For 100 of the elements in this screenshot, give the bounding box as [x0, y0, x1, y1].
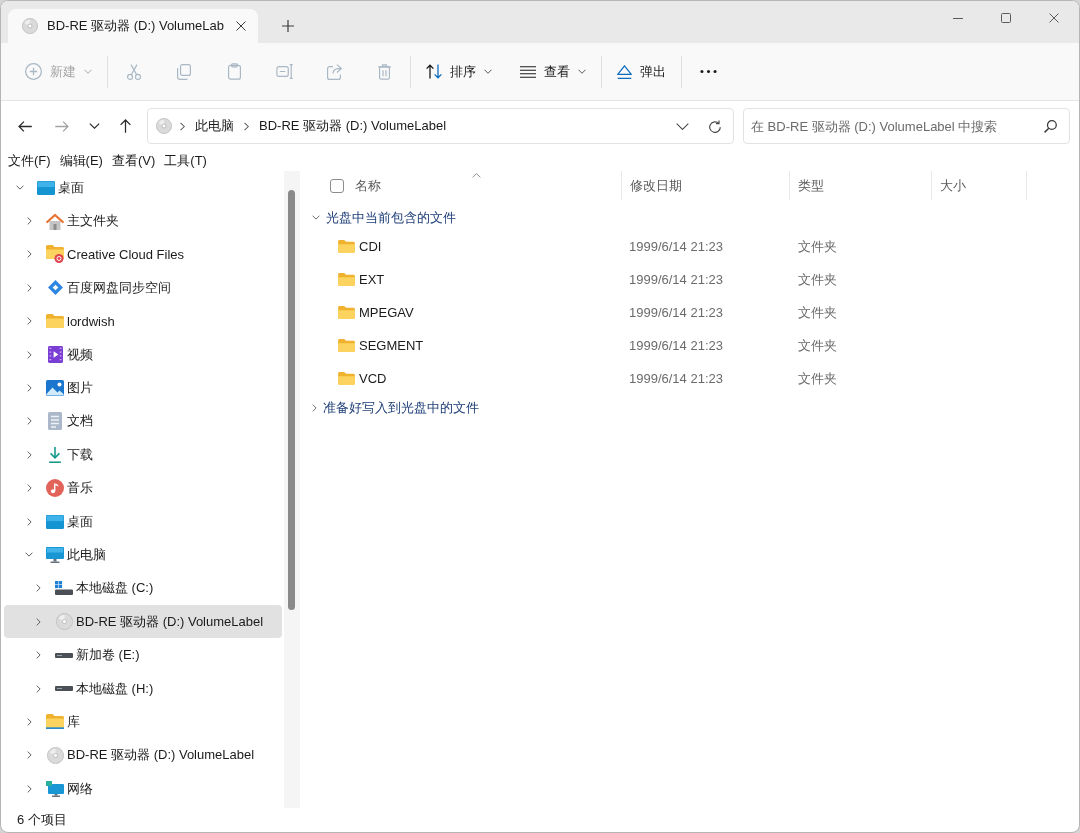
- menu-item[interactable]: 编辑(E): [59, 151, 103, 171]
- folder-icon: [46, 314, 64, 329]
- tree-item[interactable]: 本地磁盘 (C:): [4, 571, 282, 606]
- file-type: 文件夹: [798, 237, 837, 256]
- arrow-right-icon: [55, 120, 69, 132]
- tree-item[interactable]: 库: [4, 705, 282, 739]
- chevron-right-icon: [180, 121, 185, 131]
- tree-item[interactable]: 新加卷 (E:): [4, 638, 282, 672]
- sort-button[interactable]: 排序: [417, 53, 501, 90]
- folder-icon: [338, 339, 355, 352]
- breadcrumb[interactable]: BD-RE 驱动器 (D:) VolumeLabel: [257, 114, 449, 138]
- caret-icon: [484, 69, 492, 74]
- file-name: SEGMENT: [359, 338, 424, 353]
- sort-icon: [426, 64, 442, 79]
- tree-item[interactable]: 音乐: [4, 471, 282, 505]
- arrow-up-icon: [119, 119, 131, 133]
- modified-date: 1999/6/14 21:23: [629, 272, 723, 287]
- modified-date: 1999/6/14 21:23: [629, 371, 723, 386]
- tree-item[interactable]: 主文件夹: [4, 204, 282, 238]
- disc-icon: [55, 613, 73, 631]
- menu-item[interactable]: 文件(F): [8, 151, 51, 171]
- refresh-icon: [709, 119, 721, 133]
- folder-icon: [338, 372, 355, 385]
- file-row[interactable]: VCD 1999/6/14 21:23 文件夹: [300, 362, 1027, 395]
- file-row[interactable]: SEGMENT 1999/6/14 21:23 文件夹: [300, 329, 1027, 362]
- plus-circle-icon: [25, 63, 42, 80]
- music-icon: [46, 479, 64, 498]
- file-type: 文件夹: [798, 303, 837, 322]
- column-header[interactable]: 修改日期: [622, 171, 790, 200]
- menu-item[interactable]: 工具(T): [164, 151, 207, 171]
- search-icon: [1044, 120, 1057, 133]
- tree-item[interactable]: Creative Cloud Files: [4, 237, 282, 272]
- diamond-icon: [47, 280, 63, 296]
- tree-item[interactable]: 图片: [4, 371, 282, 405]
- drive-icon: [55, 581, 73, 596]
- tree-item[interactable]: 网络: [4, 772, 282, 806]
- tree-item[interactable]: 百度网盘同步空间: [4, 271, 282, 305]
- group-header[interactable]: 准备好写入到光盘中的文件: [300, 395, 485, 420]
- tree-item[interactable]: 桌面: [4, 171, 282, 205]
- house-icon: [46, 212, 64, 230]
- group-header[interactable]: 光盘中当前包含的文件: [300, 205, 462, 230]
- tree-item[interactable]: BD-RE 驱动器 (D:) VolumeLabel: [4, 605, 282, 639]
- more-icon: [699, 70, 717, 73]
- scissors-icon: [127, 63, 141, 80]
- select-all-checkbox[interactable]: [330, 178, 344, 193]
- item-count: 6 个项目: [17, 811, 67, 829]
- view-button[interactable]: 查看: [511, 53, 595, 90]
- eject-button[interactable]: 弹出: [608, 53, 675, 90]
- column-header[interactable]: 大小: [932, 171, 1027, 200]
- folder-icon: [338, 306, 355, 319]
- tree-item[interactable]: 本地磁盘 (H:): [4, 671, 282, 706]
- disc-icon: [22, 18, 38, 34]
- folder-badge-icon: [46, 245, 64, 264]
- breadcrumb[interactable]: 此电脑: [193, 114, 236, 138]
- picture-icon: [46, 380, 64, 397]
- drive-icon: [55, 652, 73, 658]
- minimize-icon: [953, 17, 963, 19]
- network-icon: [46, 780, 64, 797]
- tree-item[interactable]: BD-RE 驱动器 (D:) VolumeLabel: [4, 738, 282, 773]
- column-header[interactable]: 类型: [790, 171, 932, 200]
- file-name: MPEGAV: [359, 305, 414, 320]
- list-view-icon: [520, 65, 536, 78]
- column-header[interactable]: 名称: [347, 171, 622, 200]
- file-name: EXT: [359, 272, 385, 287]
- disc-icon: [46, 746, 64, 764]
- tree-item[interactable]: 下载: [4, 438, 282, 472]
- tab[interactable]: BD-RE 驱动器 (D:) VolumeLab: [8, 9, 258, 43]
- file-type: 文件夹: [798, 369, 837, 388]
- file-row[interactable]: CDI 1999/6/14 21:23 文件夹: [300, 230, 1027, 263]
- monitor-icon: [46, 547, 64, 563]
- folder-icon: [338, 273, 355, 286]
- file-row[interactable]: MPEGAV 1999/6/14 21:23 文件夹: [300, 296, 1027, 329]
- tree-item[interactable]: lordwish: [4, 304, 282, 338]
- address-bar[interactable]: 此电脑 BD-RE 驱动器 (D:) VolumeLabel: [147, 108, 734, 144]
- tree-item[interactable]: 视频: [4, 337, 282, 372]
- file-name: CDI: [359, 239, 382, 254]
- caret-icon: [84, 69, 92, 74]
- file-row[interactable]: EXT 1999/6/14 21:23 文件夹: [300, 263, 1027, 296]
- clipboard-icon: [227, 63, 241, 80]
- video-icon: [47, 346, 63, 364]
- share-icon: [326, 63, 342, 80]
- folder-icon: [338, 240, 355, 253]
- maximize-icon: [1001, 13, 1011, 23]
- file-type: 文件夹: [798, 270, 837, 289]
- tree-item[interactable]: 此电脑: [4, 538, 282, 572]
- disc-icon: [156, 118, 172, 134]
- search-field[interactable]: 在 BD-RE 驱动器 (D:) VolumeLabel 中搜索: [743, 108, 1070, 144]
- chevron-down-icon: [88, 123, 100, 129]
- download-icon: [49, 446, 61, 463]
- chevron-right-icon: [244, 121, 249, 131]
- close-icon: [1049, 13, 1059, 23]
- drive-icon: [55, 686, 73, 692]
- rename-icon: [275, 64, 293, 79]
- tree-item[interactable]: 桌面: [4, 504, 282, 539]
- tree-item[interactable]: 文档: [4, 404, 282, 439]
- desktop-icon: [46, 514, 64, 529]
- menu-item[interactable]: 查看(V): [111, 151, 156, 171]
- modified-date: 1999/6/14 21:23: [629, 338, 723, 353]
- plus-icon: [282, 20, 294, 32]
- scrollbar-thumb[interactable]: [288, 190, 295, 610]
